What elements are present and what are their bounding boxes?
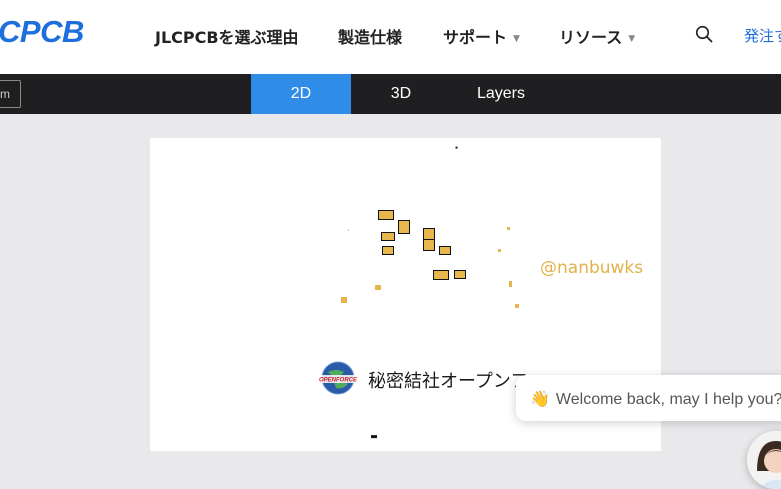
tab-2d[interactable]: 2D	[251, 74, 351, 114]
pcb-pad	[378, 210, 394, 220]
avatar-icon	[747, 431, 781, 489]
pcb-pad	[375, 285, 381, 290]
silk-mark: ■■	[371, 434, 378, 440]
jlcpcb-logo[interactable]: CPCB	[0, 14, 84, 50]
pcb-pad	[515, 304, 519, 308]
pcb-pad	[498, 249, 501, 252]
pcb-pad	[454, 270, 466, 279]
nav-manufacturing-specs[interactable]: 製造仕様	[338, 24, 402, 48]
nav-resources-label: リソース	[559, 28, 623, 47]
pcb-pad	[423, 239, 435, 251]
unit-selector[interactable]: m	[0, 80, 21, 108]
pcb-pad	[509, 281, 512, 287]
nav-why-jlcpcb-label: JLCPCBを選ぶ理由	[155, 28, 299, 47]
pcb-pad	[433, 270, 449, 280]
chat-message: 👋 Welcome back, may I help you?	[530, 389, 781, 409]
chevron-down-icon: ▼	[628, 33, 636, 44]
tab-layers[interactable]: Layers	[451, 74, 551, 114]
silk-mark: ·	[347, 228, 351, 234]
unit-label: m	[0, 87, 10, 101]
search-icon[interactable]	[695, 25, 713, 43]
pcb-pad	[439, 246, 451, 255]
tab-3d[interactable]: 3D	[351, 74, 451, 114]
pcb-pad	[507, 227, 510, 230]
order-link[interactable]: 発注す	[744, 25, 781, 46]
top-header: CPCB JLCPCBを選ぶ理由 製造仕様 サポート ▼ リソース ▼ 発注す	[0, 0, 781, 74]
watermark-text: @nanbuwks	[540, 258, 644, 278]
wave-icon: 👋	[530, 391, 550, 408]
nav-why-jlcpcb[interactable]: JLCPCBを選ぶ理由	[155, 24, 299, 48]
openforce-logo-icon: OPENFORCE	[318, 361, 358, 395]
pcb-pad	[382, 246, 394, 255]
support-agent-avatar[interactable]	[747, 431, 781, 489]
nav-manufacturing-specs-label: 製造仕様	[338, 28, 403, 47]
nav-support-label: サポート	[443, 28, 508, 47]
pcb-pad	[398, 220, 410, 234]
nav-support[interactable]: サポート ▼	[443, 24, 520, 48]
chevron-down-icon: ▼	[513, 33, 520, 44]
logo-badge-text: OPENFORCE	[319, 378, 358, 384]
view-toolbar: m 2D 3D Layers	[0, 74, 781, 114]
silk-mark: ▪	[455, 145, 459, 151]
pcb-pad	[341, 297, 347, 303]
nav-resources[interactable]: リソース ▼	[559, 24, 635, 48]
pcb-pad	[381, 232, 395, 241]
chat-welcome-bubble[interactable]: 👋 Welcome back, may I help you?	[516, 375, 781, 421]
silkscreen-text: 秘密結社オープンフ	[368, 371, 529, 392]
chat-message-text: Welcome back, may I help you?	[555, 391, 781, 408]
